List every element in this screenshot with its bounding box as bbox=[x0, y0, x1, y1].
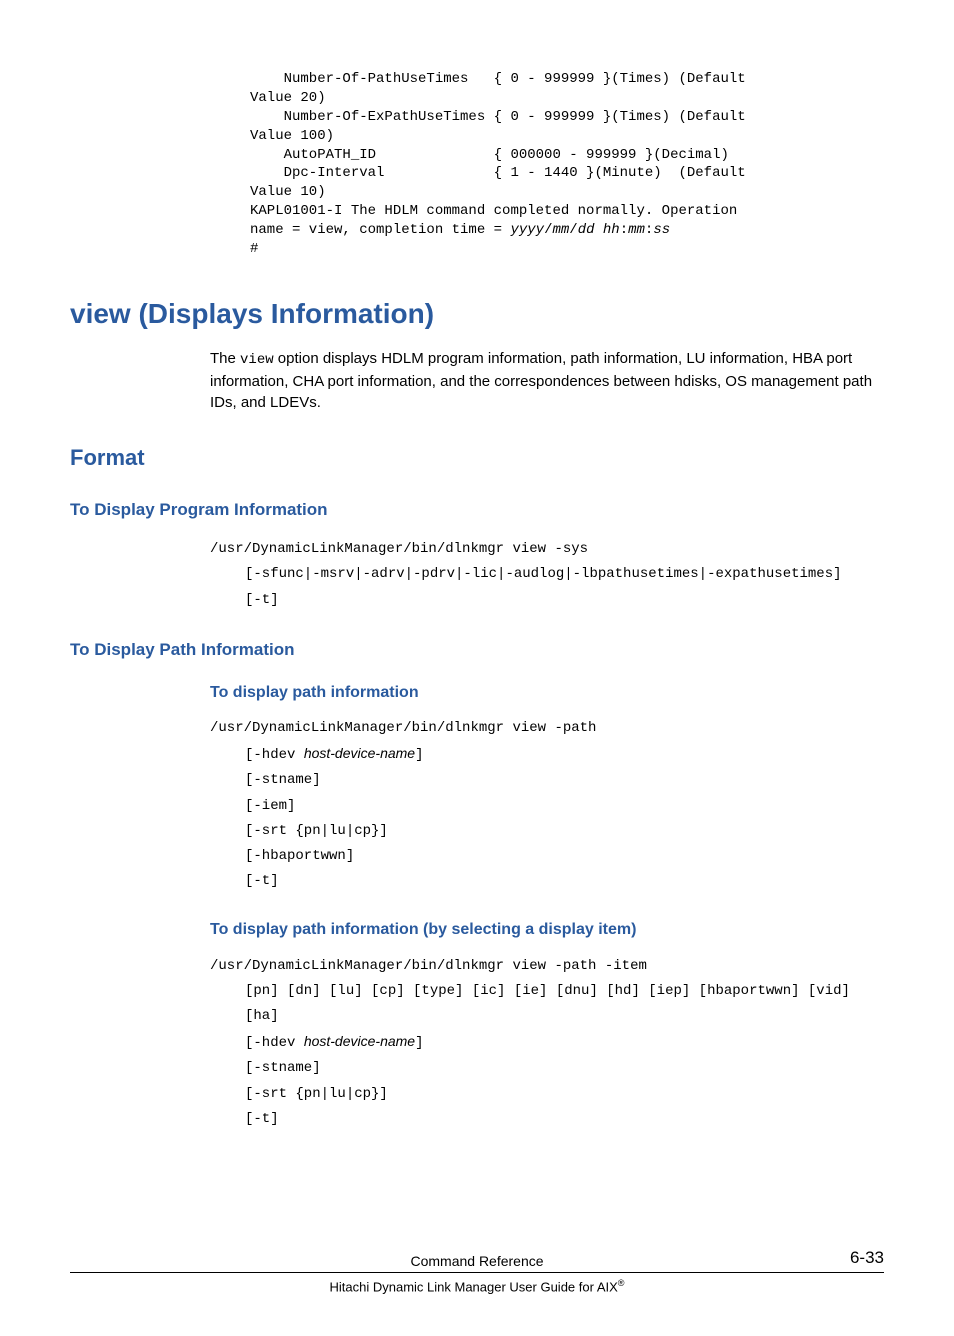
syntax-path-item: /usr/DynamicLinkManager/bin/dlnkmgr view… bbox=[210, 954, 884, 1132]
heading-format: Format bbox=[70, 443, 884, 474]
heading-display-path-item: To display path information (by selectin… bbox=[210, 919, 884, 941]
footer-title: Command Reference bbox=[70, 1252, 884, 1272]
heading-view: view (Displays Information) bbox=[70, 294, 884, 333]
heading-display-path: To display path information bbox=[210, 682, 884, 704]
syntax-path: /usr/DynamicLinkManager/bin/dlnkmgr view… bbox=[210, 716, 884, 894]
page-number: 6-33 bbox=[850, 1246, 884, 1270]
intro-paragraph: The view option displays HDLM program in… bbox=[210, 348, 884, 413]
footer-subtitle: Hitachi Dynamic Link Manager User Guide … bbox=[70, 1277, 884, 1297]
code-output-block: Number-Of-PathUseTimes { 0 - 999999 }(Ti… bbox=[250, 70, 884, 259]
heading-path-info: To Display Path Information bbox=[70, 638, 884, 662]
page-footer: 6-33 Command Reference Hitachi Dynamic L… bbox=[70, 1252, 884, 1296]
syntax-program: /usr/DynamicLinkManager/bin/dlnkmgr view… bbox=[210, 537, 884, 613]
heading-program-info: To Display Program Information bbox=[70, 498, 884, 522]
footer-rule bbox=[70, 1272, 884, 1273]
